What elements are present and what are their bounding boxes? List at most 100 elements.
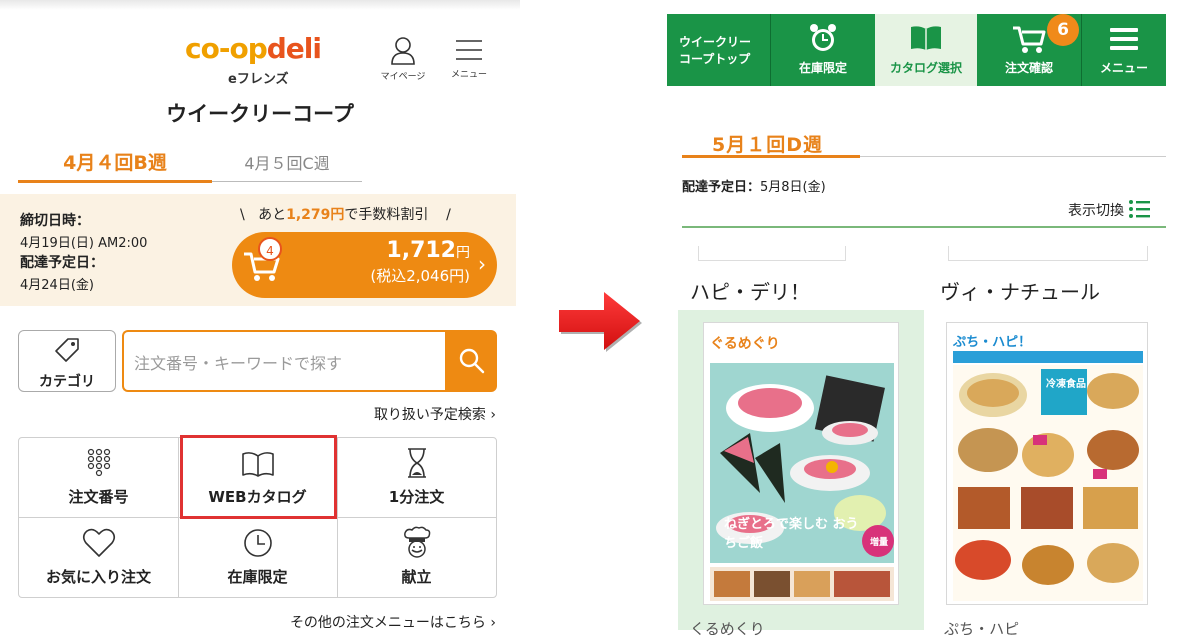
nav-stock-limited[interactable]: 在庫限定 xyxy=(771,14,875,86)
discount-amount: 1,279円 xyxy=(286,207,345,223)
schedule-search-link[interactable]: 取り扱い予定検索 › xyxy=(300,404,496,424)
order-count-badge: 6 xyxy=(1047,14,1079,46)
one-minute-order-label: 1分注文 xyxy=(388,488,445,506)
product-thumb xyxy=(754,571,790,597)
nav-weekly-line2: コープトップ xyxy=(679,52,751,66)
cover-caption: 冷凍食品 xyxy=(1046,379,1086,390)
menu-plan-button[interactable]: 献立 xyxy=(337,518,496,598)
more-order-menu-link[interactable]: その他の注文メニューはこちら › xyxy=(200,612,496,632)
logo-part-a: co-op xyxy=(185,32,268,65)
menu-label: メニュー xyxy=(450,70,487,80)
dial-pad-icon xyxy=(87,448,111,477)
alarm-clock-icon xyxy=(810,24,836,51)
chef-icon xyxy=(404,526,431,558)
tag-icon xyxy=(55,338,79,362)
nav-weekly-line1: ウイークリー xyxy=(679,35,752,49)
discount-message: \ あと1,279円で手数料割引 / xyxy=(240,204,451,224)
top-nav-bar: ウイークリー コープトップ 在庫限定 カタログ選択 注文確認 メニュー xyxy=(667,14,1166,86)
hamburger-icon xyxy=(456,40,482,60)
nav-weekly-top[interactable]: ウイークリー コープトップ xyxy=(667,14,770,86)
cover-title: ぷち・ハピ！ xyxy=(953,335,1032,350)
tab-divider xyxy=(212,181,362,182)
category-label: カテゴリ xyxy=(39,374,95,390)
cover-caption: ねぎとろで楽しむ おうちご飯 xyxy=(724,517,859,551)
product-grid-illustration xyxy=(953,365,1143,601)
cart-tax-total: (税込2,046円) xyxy=(370,267,470,285)
tab-week-b[interactable]: 4月４回B週 xyxy=(18,148,212,175)
delivery-value: 4月24日(金) xyxy=(20,278,94,293)
schedule-link-label: 取り扱い予定検索 xyxy=(373,407,486,423)
delivery-label: 配達予定日： xyxy=(682,180,761,195)
catalog-next-title: ぷち・ハピ xyxy=(944,620,1020,638)
cart-count-badge: 4 xyxy=(258,237,282,261)
section-divider xyxy=(682,226,1166,228)
product-thumb xyxy=(714,571,750,597)
delivery-label: 配達予定日： xyxy=(20,255,104,271)
favorites-order-button[interactable]: お気に入り注文 xyxy=(19,518,178,598)
cover-header-band xyxy=(953,351,1143,363)
cart-yen: 円 xyxy=(456,245,470,261)
arrow-right-icon xyxy=(559,292,642,352)
search-icon xyxy=(459,348,485,374)
heart-icon xyxy=(82,528,116,557)
product-thumb xyxy=(794,571,830,597)
coopdeli-logo[interactable]: co-opdeli xyxy=(185,32,322,65)
catalog-name-happy-deli[interactable]: ハピ・デリ！ xyxy=(690,276,810,305)
cart-icon xyxy=(1013,26,1046,53)
view-toggle-label: 表示切換 xyxy=(1068,203,1124,219)
cover-badge: 増量 xyxy=(870,538,889,548)
cover-product-strip xyxy=(710,567,894,601)
top-shadow xyxy=(0,0,520,10)
previous-card-edge xyxy=(698,246,846,261)
order-number-button[interactable]: 注文番号 xyxy=(19,438,178,518)
stock-limited-label: 在庫限定 xyxy=(227,568,288,586)
discount-post: で手数料割引 xyxy=(344,207,429,223)
clock-icon xyxy=(244,529,272,557)
tab-week-c[interactable]: 4月５回C週 xyxy=(212,150,362,174)
search-input[interactable]: 注文番号・キーワードで探す xyxy=(122,330,447,392)
mypage-label: マイページ xyxy=(380,72,426,82)
book-icon xyxy=(911,26,941,50)
nav-menu-label: メニュー xyxy=(1099,61,1148,75)
nav-stock-limited-label: 在庫限定 xyxy=(798,61,847,75)
one-minute-order-button[interactable]: 1分注文 xyxy=(337,438,496,518)
previous-card-edge xyxy=(948,246,1148,261)
catalog-name-vie-naturelle[interactable]: ヴィ・ナチュール xyxy=(940,276,1100,305)
chevron-right-icon: › xyxy=(478,252,486,276)
more-link-label: その他の注文メニューはこちら xyxy=(289,615,486,631)
hourglass-icon xyxy=(408,448,426,478)
nav-order-confirm-label: 注文確認 xyxy=(1004,61,1053,75)
list-icon xyxy=(1129,200,1151,218)
slash-right: / xyxy=(428,207,451,223)
catalog-cover-vie-naturelle[interactable]: ぷち・ハピ！ 冷凍食品 xyxy=(946,322,1148,605)
week-underline xyxy=(682,155,860,158)
delivery-value: 5月8日(金) xyxy=(760,180,826,195)
nav-catalog-select[interactable]: カタログ選択 xyxy=(875,14,977,86)
cart-total: 1,712円 xyxy=(340,238,470,263)
hamburger-icon xyxy=(1110,28,1138,50)
highlight-frame xyxy=(180,435,337,519)
nav-menu[interactable]: メニュー xyxy=(1082,14,1166,86)
order-number-label: 注文番号 xyxy=(68,488,129,506)
mypage-button[interactable]: マイページ xyxy=(378,36,428,82)
week-title: 5月１回D週 xyxy=(712,134,823,156)
nav-catalog-label: カタログ選択 xyxy=(889,61,962,75)
active-tab-indicator xyxy=(18,180,212,183)
catalog-next-title: くるめくり xyxy=(690,620,765,638)
search-button[interactable] xyxy=(445,330,497,392)
deadline-label: 締切日時： xyxy=(20,213,90,229)
product-thumb xyxy=(834,571,890,597)
deadline-value: 4月19日(日) AM2:00 xyxy=(20,236,148,251)
menu-plan-label: 献立 xyxy=(401,568,432,586)
slash-left: \ xyxy=(240,207,259,223)
menu-button[interactable]: メニュー xyxy=(446,36,492,80)
category-button[interactable]: カテゴリ xyxy=(18,330,116,392)
delivery-date: 配達予定日：5月8日(金) xyxy=(682,176,826,195)
favorites-order-label: お気に入り注文 xyxy=(45,568,151,586)
view-toggle-button[interactable]: 表示切換 xyxy=(1068,199,1151,220)
person-icon xyxy=(391,37,415,65)
cart-total-amount: 1,712 xyxy=(386,238,456,263)
stock-limited-button[interactable]: 在庫限定 xyxy=(178,518,337,598)
catalog-cover-happy-deli[interactable]: ぐるめぐり ねぎとろで楽しむ おうちご飯 増量 xyxy=(703,322,899,605)
subbrand-label: eフレンズ xyxy=(228,72,289,87)
